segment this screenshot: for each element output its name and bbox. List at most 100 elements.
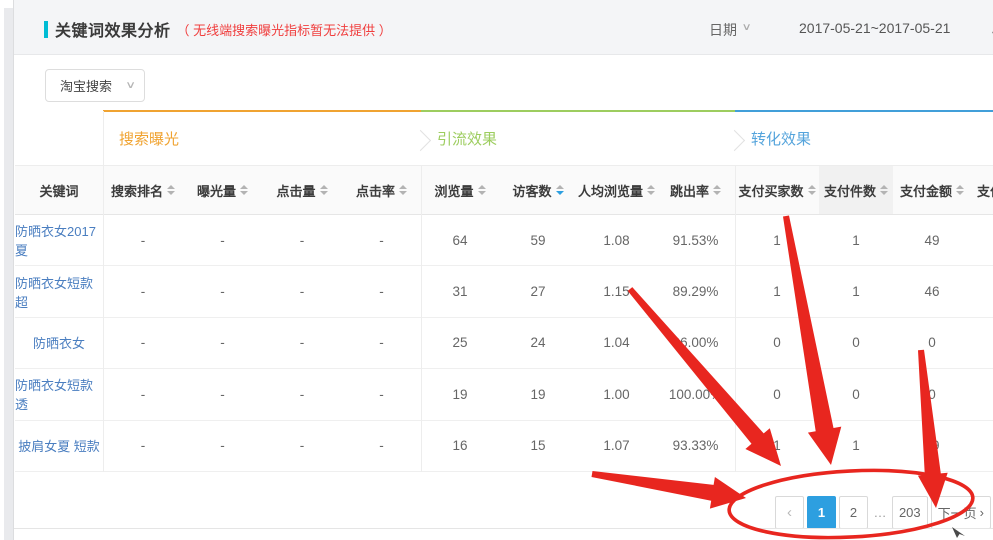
column-header-visitors[interactable]: 访客数 xyxy=(499,166,577,214)
cell-value: 19 xyxy=(499,369,577,419)
cell-value: 93.33% xyxy=(656,421,735,471)
sort-caret-icon[interactable] xyxy=(240,185,248,195)
sort-caret-icon[interactable] xyxy=(713,185,721,195)
cell-value: - xyxy=(342,318,421,368)
cell-value: - xyxy=(342,369,421,419)
column-header-search-rank[interactable]: 搜索排名 xyxy=(103,166,183,214)
sort-caret-icon[interactable] xyxy=(167,185,175,195)
sort-caret-icon[interactable] xyxy=(556,185,564,195)
group-label: 转化效果 xyxy=(735,128,811,149)
cell-value: - xyxy=(262,266,342,316)
date-range-value[interactable]: 2017-05-21~2017-05-21 xyxy=(799,20,950,36)
cell-value: 1 xyxy=(735,421,819,471)
cell-value: - xyxy=(342,215,421,265)
cell-value: 24 xyxy=(499,318,577,368)
group-separator xyxy=(421,165,422,472)
cell-value: 19 xyxy=(421,369,499,419)
table-row: 防晒衣女短款 超 - - - - 31 27 1.15 89.29% 1 1 4… xyxy=(15,266,993,317)
page-left-gutter xyxy=(4,8,13,540)
cell-value: 89.29% xyxy=(656,266,735,316)
page-ellipsis: … xyxy=(871,496,889,529)
column-header-impressions[interactable]: 曝光量 xyxy=(183,166,262,214)
cell-value: - xyxy=(103,266,183,316)
table-row: 防晒衣女 - - - - 25 24 1.04 96.00% 0 0 0 xyxy=(15,318,993,369)
cell-value: 1 xyxy=(735,266,819,316)
channel-select-value: 淘宝搜索 xyxy=(60,76,127,95)
column-header-keyword: 关键词 xyxy=(15,166,103,214)
table-column-header-row: 关键词 搜索排名 曝光量 点击量 点击率 浏览量 访客数 人均浏览量 跳出率 支… xyxy=(15,165,993,215)
table-row: 防晒衣女2017夏 - - - - 64 59 1.08 91.53% 1 1 … xyxy=(15,215,993,266)
group-separator xyxy=(735,165,736,472)
cell-value: 1.04 xyxy=(577,318,656,368)
column-header-avg-pageviews[interactable]: 人均浏览量 xyxy=(577,166,656,214)
cell-value: 91.53% xyxy=(656,215,735,265)
group-label: 搜索曝光 xyxy=(103,128,179,149)
keyword-link[interactable]: 防晒衣女 xyxy=(15,318,103,368)
title-note: （ 无线端搜索曝光指标暂无法提供 ） xyxy=(177,20,392,39)
chevron-right-icon: › xyxy=(980,505,984,520)
sort-caret-icon[interactable] xyxy=(320,185,328,195)
panel-bottom-border xyxy=(14,528,993,529)
column-header-paying-buyers[interactable]: 支付买家数 xyxy=(735,166,819,214)
column-header-paid-items[interactable]: 支付件数 xyxy=(819,166,893,214)
table-row: 披肩女夏 短款 - - - - 16 15 1.07 93.33% 1 1 49 xyxy=(15,421,993,472)
cell-value: - xyxy=(342,421,421,471)
keyword-link[interactable]: 防晒衣女短款 超 xyxy=(15,266,103,316)
keyword-link[interactable]: 防晒衣女短款 透 xyxy=(15,369,103,419)
cell-value: - xyxy=(262,215,342,265)
table-body: 防晒衣女2017夏 - - - - 64 59 1.08 91.53% 1 1 … xyxy=(15,215,993,472)
cell-value: 0 xyxy=(819,318,893,368)
cell-value: 1.08 xyxy=(577,215,656,265)
page-button-1[interactable]: 1 xyxy=(807,496,836,529)
cell-value: 0 xyxy=(893,369,971,419)
sort-caret-icon[interactable] xyxy=(808,185,816,195)
column-header-pageviews[interactable]: 浏览量 xyxy=(421,166,499,214)
column-header-paid-amount[interactable]: 支付金额 xyxy=(893,166,971,214)
channel-select[interactable]: 淘宝搜索 ∨ xyxy=(45,69,145,102)
table-group-header-row: 搜索曝光 引流效果 转化效果 xyxy=(15,110,993,165)
cell-value: 0 xyxy=(735,369,819,419)
cell-value: - xyxy=(183,318,262,368)
page-button-2[interactable]: 2 xyxy=(839,496,868,529)
column-header-clipped[interactable]: 支付 xyxy=(971,166,993,214)
column-separator xyxy=(103,111,104,472)
sort-caret-icon[interactable] xyxy=(399,185,407,195)
cell-value: 1 xyxy=(819,421,893,471)
group-label: 引流效果 xyxy=(421,128,497,149)
page-button-203[interactable]: 203 xyxy=(892,496,928,529)
page-title: 关键词效果分析 xyxy=(55,17,171,41)
cell-value: - xyxy=(262,369,342,419)
next-page-button[interactable]: 下一页 › xyxy=(931,496,991,529)
sort-caret-icon[interactable] xyxy=(478,185,486,195)
cell-value: 1.07 xyxy=(577,421,656,471)
next-page-label: 下一页 xyxy=(938,503,977,522)
cell-value: - xyxy=(103,215,183,265)
cell-value: - xyxy=(103,421,183,471)
prev-page-button[interactable]: ‹ xyxy=(775,496,804,529)
cell-value: 1 xyxy=(819,266,893,316)
sort-caret-icon[interactable] xyxy=(880,185,888,195)
cell-value: - xyxy=(183,369,262,419)
cell-value: 96.00% xyxy=(656,318,735,368)
cell-value: 49 xyxy=(893,215,971,265)
cell-value: - xyxy=(262,421,342,471)
date-filter-label[interactable]: 日期 xyxy=(709,20,737,40)
sort-caret-icon[interactable] xyxy=(647,185,655,195)
cell-value: 0 xyxy=(893,318,971,368)
column-header-ctr[interactable]: 点击率 xyxy=(342,166,421,214)
panel-left-border xyxy=(13,0,14,540)
cell-value: 46 xyxy=(893,266,971,316)
pagination: ‹ 1 2 … 203 下一页 › xyxy=(15,496,991,529)
keyword-link[interactable]: 防晒衣女2017夏 xyxy=(15,215,103,265)
cell-value: 0 xyxy=(735,318,819,368)
keyword-link[interactable]: 披肩女夏 短款 xyxy=(15,421,103,471)
column-header-bounce-rate[interactable]: 跳出率 xyxy=(656,166,735,214)
cell-value: 1 xyxy=(819,215,893,265)
sort-caret-icon[interactable] xyxy=(956,185,964,195)
cell-value: 1 xyxy=(735,215,819,265)
column-header-clicks[interactable]: 点击量 xyxy=(262,166,342,214)
keyword-analysis-page: 关键词效果分析 （ 无线端搜索曝光指标暂无法提供 ） 日期 ∨ 2017-05-… xyxy=(0,0,993,540)
cell-value: - xyxy=(183,421,262,471)
cell-value: - xyxy=(262,318,342,368)
cell-value: - xyxy=(183,266,262,316)
